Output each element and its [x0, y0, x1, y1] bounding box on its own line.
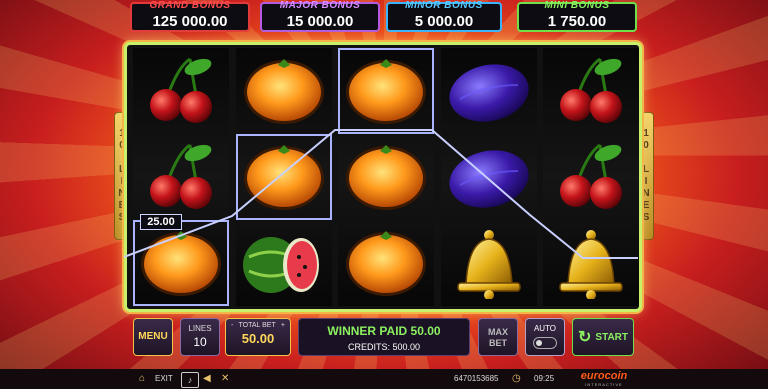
max-bet-button[interactable]: MAX BET	[478, 318, 518, 356]
bet-decrease-button[interactable]: -	[231, 322, 233, 329]
volume-mute-icon[interactable]: ✕	[221, 369, 229, 389]
bet-increase-button[interactable]: +	[281, 322, 285, 329]
brand-name: eurocoin	[580, 370, 628, 382]
menu-button[interactable]: MENU	[133, 318, 173, 356]
lines-label: LINES	[188, 324, 212, 333]
autoplay-button[interactable]: AUTO	[525, 318, 565, 356]
max-bet-label-2: BET	[489, 338, 507, 348]
winner-paid-text: WINNER PAID 50.00	[327, 324, 441, 338]
exit-link[interactable]: EXIT	[155, 369, 173, 389]
lines-selector[interactable]: LINES 10	[180, 318, 220, 356]
max-bet-label-1: MAX	[488, 327, 508, 337]
volume-up-icon[interactable]: ◀	[203, 369, 211, 389]
brand-logo: eurocoin INTERACTIVE	[572, 370, 636, 388]
total-bet-control: - TOTAL BET + 50.00	[225, 318, 291, 356]
start-button[interactable]: ↻ START	[572, 318, 634, 356]
home-icon[interactable]: ⌂	[139, 369, 145, 389]
credits-text: CREDITS: 500.00	[347, 342, 421, 352]
ticket-number: 6470153685	[454, 374, 499, 383]
clock-time: 09:25	[534, 374, 555, 383]
autoplay-label: AUTO	[533, 324, 557, 333]
win-info-panel: WINNER PAID 50.00 CREDITS: 500.00	[298, 318, 470, 356]
refresh-icon: ↻	[578, 329, 592, 346]
brand-subtitle: INTERACTIVE	[585, 382, 623, 387]
line-win-amount: 25.00	[140, 214, 182, 230]
status-bar: ⌂ EXIT ♪ ◀ ✕ 6470153685 ◷ 09:25 eurocoin…	[0, 369, 768, 389]
lines-value: 10	[193, 335, 207, 349]
autoplay-toggle[interactable]	[533, 337, 557, 349]
clock-icon: ◷	[512, 373, 521, 384]
start-label: START	[595, 331, 628, 343]
speaker-icon[interactable]: ♪	[181, 372, 199, 388]
total-bet-label: TOTAL BET	[238, 322, 276, 329]
total-bet-value: 50.00	[241, 331, 275, 346]
